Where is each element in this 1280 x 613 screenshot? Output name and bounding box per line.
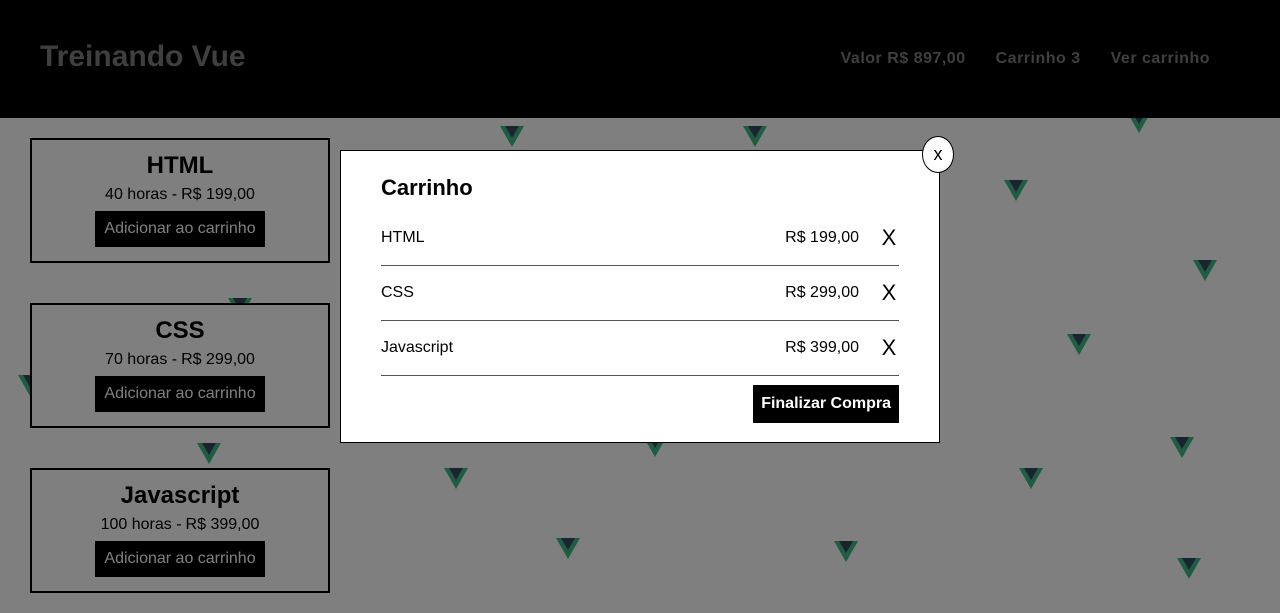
cart-item-price: R$ 399,00 <box>785 339 859 356</box>
cart-item-price: R$ 299,00 <box>785 284 859 301</box>
cart-item-name: HTML <box>381 229 425 246</box>
cart-item-row: HTML R$ 199,00 X <box>381 211 899 266</box>
close-modal-button[interactable]: x <box>922 136 954 173</box>
cart-item-row: Javascript R$ 399,00 X <box>381 321 899 376</box>
cart-item-name: Javascript <box>381 339 454 356</box>
remove-item-button[interactable]: X <box>879 225 899 251</box>
cart-item-row: CSS R$ 299,00 X <box>381 266 899 321</box>
cart-modal-title: Carrinho <box>381 175 473 200</box>
finish-purchase-button[interactable]: Finalizar Compra <box>753 385 899 423</box>
cart-item-price: R$ 199,00 <box>785 229 859 246</box>
remove-item-button[interactable]: X <box>879 335 899 361</box>
cart-items-list: HTML R$ 199,00 X CSS R$ 299,00 X Javascr… <box>381 211 899 376</box>
remove-item-button[interactable]: X <box>879 280 899 306</box>
cart-modal: Carrinho HTML R$ 199,00 X CSS R$ 299,00 … <box>340 150 940 443</box>
cart-item-name: CSS <box>381 284 414 301</box>
